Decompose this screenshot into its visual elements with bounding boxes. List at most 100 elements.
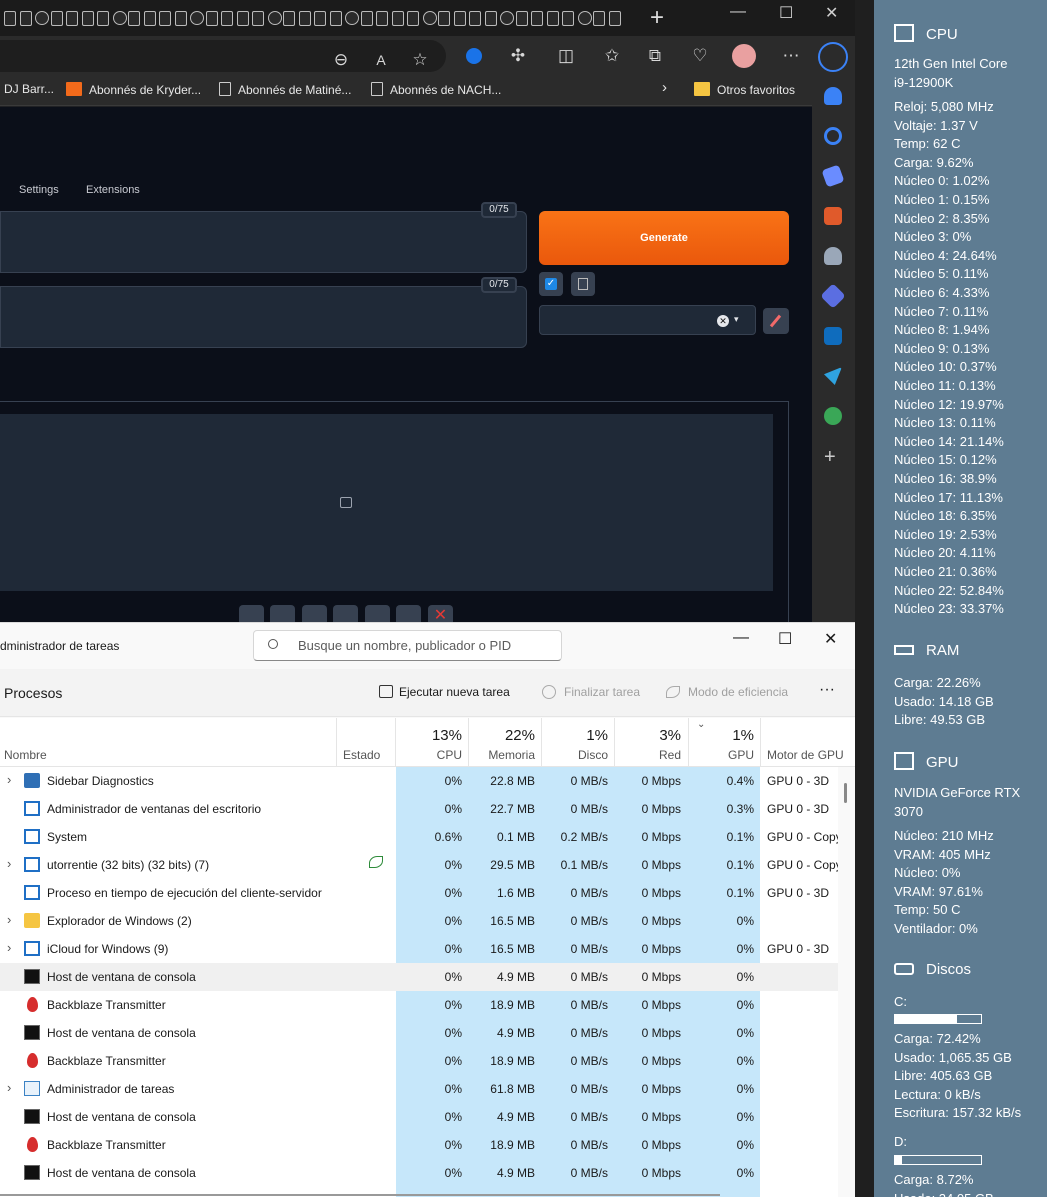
browser-tab[interactable] [500,11,514,25]
browser-tab[interactable] [97,11,109,26]
browser-tab[interactable] [531,11,543,26]
browser-tab[interactable] [128,11,140,26]
browser-minimize-button[interactable]: — [730,3,746,21]
browser-maximize-button[interactable]: ☐ [779,3,793,23]
vertical-scrollbar[interactable] [844,783,847,803]
browser-tab[interactable] [515,11,528,26]
browser-tab[interactable] [267,11,282,25]
split-screen-icon[interactable]: ◫ [554,44,578,68]
browser-tab[interactable] [81,11,94,26]
favorite-link[interactable]: Abonnés de NACH... [371,82,501,97]
browser-tab[interactable] [562,11,574,26]
generate-button[interactable]: Generate [539,211,789,265]
search-box[interactable] [253,630,562,661]
favorite-link[interactable]: DJ Barr... [4,82,54,96]
other-favorites-folder[interactable]: Otros favoritos [694,82,795,97]
col-gpu-engine-header[interactable]: Motor de GPU [767,748,844,762]
browser-tab[interactable] [314,11,326,26]
chevron-right-icon[interactable]: › [7,856,11,871]
browser-tab[interactable] [453,11,466,26]
col-network-header[interactable]: 3% Red [616,718,681,767]
favorite-link[interactable]: Abonnés de Matiné... [219,82,351,97]
style-dropdown[interactable]: ✕ ▾ [539,305,756,335]
table-row[interactable]: System 0.6% 0.1 MB 0.2 MB/s 0 Mbps 0.1% GPU 0 … [0,823,838,851]
maximize-button[interactable]: ☐ [778,629,792,649]
favorites-overflow-chevron-icon[interactable]: › [662,79,667,96]
tree-icon[interactable] [824,407,842,425]
browser-tab[interactable] [422,11,437,25]
browser-tab[interactable] [252,11,264,26]
col-name-header[interactable]: Nombre [4,748,47,762]
browser-tab[interactable] [376,11,388,26]
close-button[interactable]: ✕ [824,629,837,649]
table-row[interactable]: Administrador de ventanas del escritorio… [0,795,838,823]
browser-tab[interactable] [159,11,171,26]
browser-tab[interactable] [360,11,373,26]
chevron-right-icon[interactable]: › [7,940,11,955]
tab-extensions[interactable]: Extensions [86,184,140,196]
browser-tab[interactable] [190,11,204,25]
col-gpu-header[interactable]: 1% GPU [690,718,754,767]
browser-tab[interactable] [593,11,605,26]
col-status-header[interactable]: Estado [343,748,380,762]
microsoft365-icon[interactable] [820,283,846,309]
table-row[interactable]: Backblaze Transmitter 0% 18.9 MB 0 MB/s 0 Mb… [0,991,838,1019]
extension-icon[interactable] [462,44,486,68]
negative-prompt-textarea[interactable] [0,286,527,348]
favorites-icon[interactable]: ✩ [600,44,624,68]
checkbox-button[interactable]: ✓ [539,272,563,296]
collections-icon[interactable]: ⧉ [643,44,667,68]
efficiency-mode-button[interactable]: Modo de eficiencia [666,685,788,699]
browser-tab[interactable] [329,11,342,26]
clear-icon[interactable]: ✕ [717,315,729,327]
more-menu-icon[interactable]: ⋯ [779,44,803,68]
table-row[interactable]: Backblaze Transmitter 0% 18.9 MB 0 MB/s 0 Mb… [0,1131,838,1159]
chevron-right-icon[interactable]: › [7,912,11,927]
puzzle-icon[interactable]: ✣ [506,44,530,68]
end-task-button[interactable]: Finalizar tarea [542,685,640,699]
shopping-tag-icon[interactable] [821,164,845,188]
outlook-icon[interactable] [824,327,842,345]
browser-tab[interactable] [4,11,16,26]
browser-tab[interactable] [112,11,127,25]
table-row[interactable]: › Explorador de Windows (2) 0% 16.5 MB 0 MB/… [0,907,838,935]
table-row[interactable]: Proceso en tiempo de ejecución del clien… [0,879,838,907]
browser-tab[interactable] [438,11,450,26]
browser-tab[interactable] [35,11,49,25]
table-row[interactable]: Host de ventana de consola 0% 4.9 MB 0 MB/s… [0,1159,838,1187]
table-row[interactable]: Host de ventana de consola 0% 4.9 MB 0 MB/s… [0,963,838,991]
bing-copilot-icon[interactable] [818,42,848,72]
browser-tab[interactable] [221,11,233,26]
search-icon[interactable] [824,127,842,145]
browser-tab[interactable] [407,11,419,26]
favorite-star-icon[interactable]: ☆ [408,48,432,72]
minimize-button[interactable]: — [733,629,749,647]
zoom-icon[interactable]: ⊖ [329,48,353,72]
more-options-button[interactable]: ··· [819,681,835,699]
browser-tab[interactable] [391,11,404,26]
chevron-right-icon[interactable]: › [7,772,11,787]
prompt-textarea[interactable] [0,211,527,273]
browser-tab[interactable] [469,11,481,26]
table-row[interactable]: › utorrentie (32 bits) (32 bits) (7) 0% 29.… [0,851,838,879]
tools-icon[interactable] [824,207,842,225]
col-disk-header[interactable]: 1% Disco [543,718,608,767]
browser-tab[interactable] [19,11,32,26]
browser-tab[interactable] [484,11,497,26]
browser-tab[interactable] [283,11,295,26]
browser-tab[interactable] [143,11,156,26]
table-row[interactable]: Host de ventana de consola 0% 4.9 MB 0 MB/s… [0,1019,838,1047]
trash-button[interactable] [571,272,595,296]
browser-tab[interactable] [546,11,559,26]
paint-brush-button[interactable] [763,308,789,334]
tab-settings[interactable]: Settings [19,184,59,196]
favorite-link[interactable]: Abonnés de Kryder... [66,82,201,97]
table-row[interactable]: › Sidebar Diagnostics 0% 22.8 MB 0 MB/s 0 Mbp… [0,767,838,795]
browser-tab[interactable] [50,11,63,26]
browser-tab[interactable] [298,11,311,26]
games-icon[interactable] [824,247,842,265]
browser-tab[interactable] [608,11,621,26]
new-tab-button[interactable]: + [650,6,664,30]
bell-icon[interactable] [824,87,842,105]
browser-tab[interactable] [577,11,592,25]
